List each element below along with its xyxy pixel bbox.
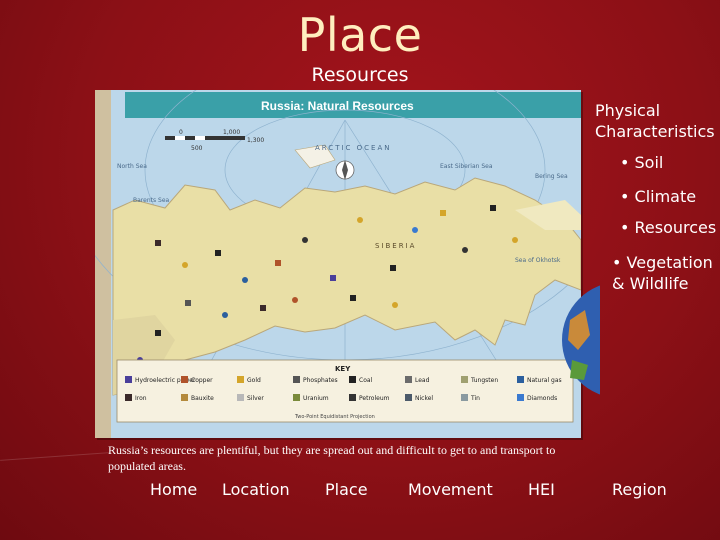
key-swatch-icon	[293, 394, 300, 401]
key-label: Bauxite	[191, 395, 214, 402]
label-bering-sea: Bering Sea	[535, 173, 568, 180]
key-label: Lead	[415, 377, 430, 384]
key-swatch-icon	[181, 376, 188, 383]
key-swatch-icon	[405, 376, 412, 383]
bullet-soil: • Soil	[620, 153, 664, 172]
nav-location-link[interactable]: Location	[222, 480, 290, 499]
resource-symbol	[330, 275, 336, 281]
map-title: Russia: Natural Resources	[261, 99, 414, 113]
key-swatch-icon	[237, 376, 244, 383]
slide-title: Place	[297, 8, 423, 62]
label-barents-sea: Barents Sea	[133, 197, 170, 204]
resource-symbol	[155, 240, 161, 246]
key-label: Iron	[135, 395, 147, 402]
key-swatch-icon	[461, 376, 468, 383]
globe-image	[560, 280, 600, 400]
key-swatch-icon	[349, 376, 356, 383]
resource-symbol	[390, 265, 396, 271]
resource-symbol	[242, 277, 248, 283]
decorative-line	[0, 452, 110, 461]
resource-symbol	[302, 237, 308, 243]
label-north-sea: North Sea	[117, 163, 147, 170]
resource-symbol	[222, 312, 228, 318]
nav-region-link[interactable]: Region	[612, 480, 667, 499]
key-label: Natural gas	[527, 377, 562, 384]
map-edge	[95, 90, 111, 438]
resource-symbol	[462, 247, 468, 253]
resource-symbol	[350, 295, 356, 301]
resource-symbol	[215, 250, 221, 256]
scale-label-1000: 1,000	[223, 129, 240, 136]
resource-symbol	[512, 237, 518, 243]
slide-subtitle: Resources	[311, 64, 409, 86]
key-label: Gold	[247, 377, 261, 384]
key-label: Phosphates	[303, 377, 338, 384]
scale-label-0: 0	[179, 129, 183, 136]
key-swatch-icon	[125, 376, 132, 383]
resource-symbol	[357, 217, 363, 223]
resource-symbol	[155, 330, 161, 336]
key-label: Nickel	[415, 395, 433, 402]
nav-movement-link[interactable]: Movement	[408, 480, 493, 499]
resource-symbol	[185, 300, 191, 306]
key-swatch-icon	[181, 394, 188, 401]
key-label: Uranium	[303, 395, 329, 402]
key-swatch-icon	[237, 394, 244, 401]
label-sea-of-okhotsk: Sea of Okhotsk	[515, 257, 561, 264]
key-label: Tin	[470, 395, 480, 402]
resource-symbol	[392, 302, 398, 308]
map-key: KEY Hydroelectric powerCopper Gold Phospha…	[116, 359, 574, 423]
key-label: Coal	[359, 377, 373, 384]
key-title: KEY	[335, 365, 351, 373]
physical-characteristics-heading: Physical Characteristics	[595, 101, 715, 141]
key-swatch-icon	[461, 394, 468, 401]
side-panel: Physical Characteristics	[595, 100, 720, 142]
label-arctic-ocean: ARCTIC OCEAN	[315, 144, 392, 152]
scale-label-500: 500	[191, 145, 203, 152]
key-label: Diamonds	[527, 395, 557, 402]
bullet-climate: • Climate	[620, 187, 697, 206]
resource-symbol	[440, 210, 446, 216]
key-swatch-icon	[405, 394, 412, 401]
key-label: Copper	[191, 377, 213, 384]
scale-label-1300: 1,300	[247, 137, 264, 144]
key-swatch-icon	[517, 394, 524, 401]
label-east-siberian-sea: East Siberian Sea	[440, 163, 493, 170]
nav-hei-link[interactable]: HEI	[528, 480, 555, 499]
bullet-resources: • Resources	[620, 218, 717, 237]
key-label: Petroleum	[359, 395, 390, 402]
nav-place-link[interactable]: Place	[325, 480, 368, 499]
key-label: Tungsten	[470, 377, 498, 384]
resource-symbol	[260, 305, 266, 311]
projection-note: Two-Point Equidistant Projection	[294, 414, 375, 420]
resource-symbol	[182, 262, 188, 268]
map-graphic: Russia: Natural Resources 0 500 1,000 1,…	[95, 90, 581, 438]
slide-caption: Russia’s resources are plentiful, but th…	[108, 443, 556, 473]
resource-symbol	[275, 260, 281, 266]
key-swatch-icon	[293, 376, 300, 383]
resource-symbol	[412, 227, 418, 233]
key-swatch-icon	[125, 394, 132, 401]
resource-symbol	[490, 205, 496, 211]
resource-map: Russia: Natural Resources 0 500 1,000 1,…	[95, 90, 581, 438]
key-swatch-icon	[349, 394, 356, 401]
nav-home-link[interactable]: Home	[150, 480, 197, 499]
bullet-vegetation-wildlife: • Vegetation & Wildlife	[612, 253, 713, 293]
resource-symbol	[292, 297, 298, 303]
key-label: Silver	[247, 395, 264, 402]
label-siberia: SIBERIA	[375, 242, 416, 250]
key-swatch-icon	[517, 376, 524, 383]
